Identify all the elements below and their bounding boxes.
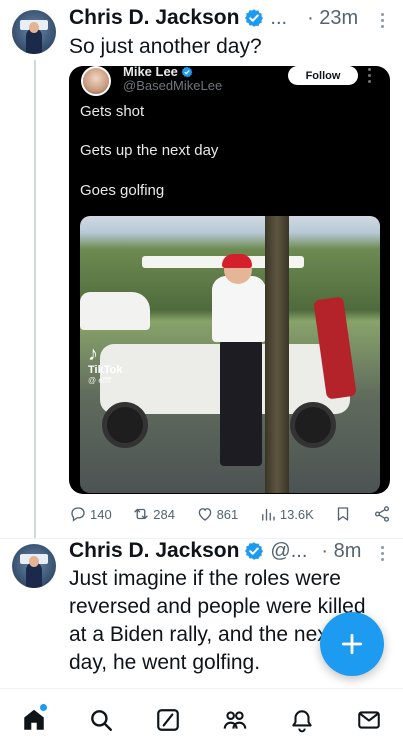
tiktok-watermark-tag: @ effff bbox=[88, 376, 112, 385]
avatar-face bbox=[29, 22, 39, 33]
like-action[interactable]: 861 bbox=[196, 505, 239, 523]
tiktok-watermark: ♪ TikTok @ effff bbox=[88, 344, 122, 385]
reply-count: 140 bbox=[90, 506, 112, 522]
reply-icon bbox=[71, 507, 85, 522]
tweet-action-bar: 140 284 861 13.6K bbox=[69, 503, 391, 525]
tweet-text: Just imagine if the roles were reversed … bbox=[69, 565, 366, 677]
quoted-more-icon[interactable] bbox=[368, 68, 371, 86]
video-background-car bbox=[80, 292, 150, 330]
repost-icon bbox=[134, 508, 148, 520]
author-handle: @... bbox=[270, 539, 308, 562]
views-chart-icon bbox=[261, 508, 275, 521]
unread-indicator bbox=[39, 703, 47, 711]
share-action[interactable] bbox=[373, 505, 391, 523]
nav-communities[interactable] bbox=[215, 700, 255, 740]
author-avatar[interactable] bbox=[12, 544, 56, 588]
quoted-author-handle: @BasedMikeLee bbox=[123, 78, 223, 93]
bookmark-action[interactable] bbox=[334, 505, 352, 523]
follow-button[interactable]: Follow bbox=[288, 66, 358, 85]
video-cart-wheel bbox=[290, 402, 336, 448]
avatar-face bbox=[29, 556, 39, 567]
quoted-text-line: Gets up the next day bbox=[80, 142, 219, 159]
tweet-text-line: reversed and people were killed bbox=[69, 595, 366, 618]
communities-icon bbox=[223, 710, 247, 729]
verified-badge-icon bbox=[245, 542, 264, 560]
author-handle: ... bbox=[270, 6, 288, 29]
share-icon bbox=[374, 506, 390, 522]
nav-grok[interactable] bbox=[148, 700, 188, 740]
quoted-text-line: Goes golfing bbox=[80, 182, 165, 199]
tweet-timestamp[interactable]: · 23m bbox=[307, 7, 358, 30]
author-name[interactable]: Chris D. Jackson bbox=[69, 6, 239, 30]
thread-connector-line bbox=[34, 60, 36, 538]
nav-messages[interactable] bbox=[349, 700, 389, 740]
search-icon bbox=[90, 709, 112, 731]
tiktok-note-icon: ♪ bbox=[88, 343, 98, 365]
compose-post-button[interactable] bbox=[320, 612, 384, 676]
author-name[interactable]: Chris D. Jackson bbox=[69, 539, 239, 563]
views-action[interactable]: 13.6K bbox=[259, 505, 314, 523]
bookmark-icon bbox=[338, 507, 349, 521]
repost-count: 284 bbox=[153, 506, 175, 522]
bottom-navigation-bar bbox=[0, 688, 403, 750]
tweet-timestamp[interactable]: · 8m bbox=[321, 540, 361, 563]
like-count: 861 bbox=[216, 506, 239, 522]
video-person-shirt bbox=[212, 276, 266, 342]
tweet-more-icon[interactable] bbox=[375, 543, 389, 563]
video-tree-trunk bbox=[265, 216, 289, 493]
tweet-text-line: Just imagine if the roles were bbox=[69, 567, 341, 590]
tweet-text: So just another day? bbox=[69, 35, 262, 58]
golf-cart-video-thumbnail[interactable]: ♪ TikTok @ effff bbox=[80, 216, 380, 493]
tweet-header: Chris D. Jackson @... · 8m bbox=[69, 539, 361, 563]
video-red-cap bbox=[222, 254, 252, 268]
quoted-text-line: Gets shot bbox=[80, 103, 145, 120]
grok-icon bbox=[157, 708, 179, 731]
video-cart-wheel bbox=[102, 402, 148, 448]
video-person-pants bbox=[220, 340, 262, 466]
views-count: 13.6K bbox=[279, 506, 314, 522]
reply-action[interactable]: 140 bbox=[69, 505, 112, 523]
nav-notifications[interactable] bbox=[282, 700, 322, 740]
heart-icon bbox=[198, 508, 211, 521]
embedded-post-card[interactable]: Mike Lee @BasedMikeLee Follow Gets shot … bbox=[69, 66, 390, 494]
messages-icon bbox=[358, 710, 381, 729]
tweet-more-icon[interactable] bbox=[375, 10, 389, 30]
repost-action[interactable]: 284 bbox=[132, 505, 175, 523]
quoted-author-avatar[interactable] bbox=[81, 66, 111, 96]
nav-home[interactable] bbox=[14, 700, 54, 740]
author-avatar[interactable] bbox=[12, 10, 56, 54]
nav-search[interactable] bbox=[81, 700, 121, 740]
tweet-header: Chris D. Jackson ... · 23m bbox=[69, 6, 358, 30]
notifications-icon bbox=[292, 709, 312, 732]
plus-icon bbox=[341, 633, 363, 655]
verified-badge-icon bbox=[245, 9, 264, 27]
quoted-verified-badge-icon bbox=[181, 66, 193, 77]
tiktok-watermark-label: TikTok bbox=[88, 364, 123, 376]
